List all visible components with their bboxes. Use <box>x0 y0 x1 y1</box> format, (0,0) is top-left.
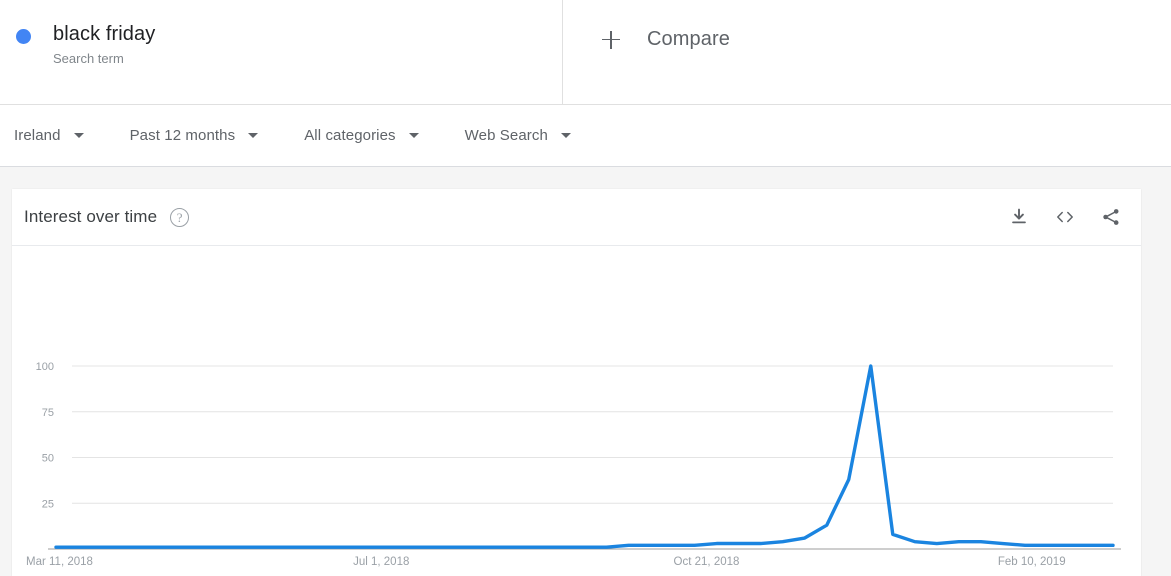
filter-time-range-label: Past 12 months <box>129 127 236 144</box>
card-actions <box>1007 205 1123 229</box>
search-term-bar: black friday Search term Compare <box>0 0 1171 105</box>
search-term-subtitle: Search term <box>53 51 124 66</box>
compare-label: Compare <box>647 28 730 50</box>
filter-search-type-label: Web Search <box>464 127 548 144</box>
plus-icon <box>601 30 621 50</box>
y-axis-tick-label: 75 <box>42 407 54 419</box>
x-axis-tick-label: Feb 10, 2019 <box>998 556 1066 568</box>
x-axis-tick-label: Oct 21, 2018 <box>674 556 740 568</box>
interest-over-time-card: Interest over time ? 100 75 50 25 Mar 11… <box>12 189 1141 576</box>
chevron-down-icon <box>73 133 84 138</box>
y-axis-tick-label: 25 <box>42 498 54 510</box>
card-header: Interest over time ? <box>12 189 1141 246</box>
x-axis-tick-label: Mar 11, 2018 <box>26 556 93 568</box>
chevron-down-icon <box>408 133 419 138</box>
filter-location[interactable]: Ireland <box>12 123 86 148</box>
chart-area: 100 75 50 25 Mar 11, 2018 Jul 1, 2018 Oct 21, … <box>12 246 1141 575</box>
filter-search-type[interactable]: Web Search <box>463 123 573 148</box>
download-icon[interactable] <box>1007 205 1031 229</box>
search-term-text: black friday Search term <box>53 21 155 68</box>
help-circle-icon[interactable]: ? <box>170 207 190 227</box>
filter-location-label: Ireland <box>14 127 61 144</box>
chevron-down-icon <box>560 133 571 138</box>
search-term-title: black friday <box>53 23 156 45</box>
search-term-card[interactable]: black friday Search term <box>0 0 563 105</box>
chevron-down-icon <box>248 133 259 138</box>
compare-cell: Compare <box>563 0 1171 105</box>
interest-over-time-chart[interactable]: 100 75 50 25 Mar 11, 2018 Jul 1, 2018 Oct 21, … <box>12 246 1141 575</box>
add-comparison-button[interactable]: Compare <box>601 28 730 51</box>
series-color-dot <box>16 29 31 44</box>
x-axis-tick-label: Jul 1, 2018 <box>353 556 409 568</box>
embed-icon[interactable] <box>1053 205 1077 229</box>
filter-time-range[interactable]: Past 12 months <box>128 123 261 148</box>
filter-bar: Ireland Past 12 months All categories We… <box>0 105 1171 167</box>
filter-category[interactable]: All categories <box>302 123 420 148</box>
card-title: Interest over time <box>24 207 158 226</box>
page-body: Interest over time ? 100 75 50 25 Mar 11… <box>0 167 1171 576</box>
y-axis-tick-label: 100 <box>36 361 54 373</box>
filter-category-label: All categories <box>304 127 396 144</box>
chart-line-series[interactable] <box>54 364 1115 549</box>
y-axis-tick-label: 50 <box>42 453 54 465</box>
share-icon[interactable] <box>1099 205 1123 229</box>
